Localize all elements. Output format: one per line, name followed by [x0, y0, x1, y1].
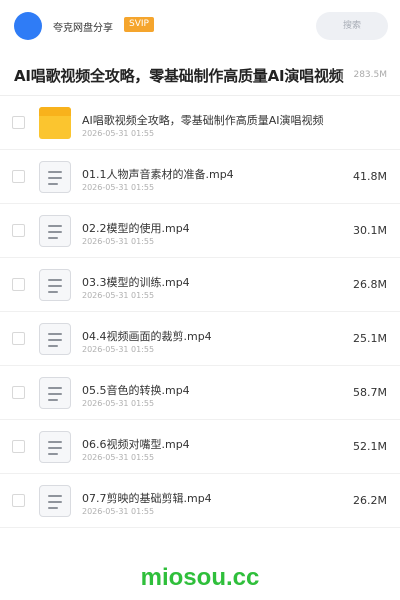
file-size: 25.1M — [353, 332, 387, 345]
file-name: AI唱歌视频全攻略，零基础制作高质量AI演唱视频 — [82, 114, 324, 127]
file-size: 41.8M — [353, 170, 387, 183]
row-checkbox[interactable] — [12, 224, 25, 237]
file-name: 02.2模型的使用.mp4 — [82, 222, 190, 235]
video-file-icon — [39, 485, 71, 517]
folder-row[interactable]: AI唱歌视频全攻略，零基础制作高质量AI演唱视频 2026-05-31 01:5… — [0, 96, 400, 150]
file-name: 04.4视频画面的裁剪.mp4 — [82, 330, 212, 343]
row-checkbox[interactable] — [12, 116, 25, 129]
row-checkbox[interactable] — [12, 494, 25, 507]
search-input[interactable]: 搜索 — [316, 12, 388, 40]
file-name: 05.5音色的转换.mp4 — [82, 384, 190, 397]
share-header: AI唱歌视频全攻略，零基础制作高质量AI演唱视频 283.5M — [0, 52, 400, 96]
file-size: 30.1M — [353, 224, 387, 237]
page-title: AI唱歌视频全攻略，零基础制作高质量AI演唱视频 — [14, 67, 344, 85]
file-row[interactable]: 06.6视频对嘴型.mp4 2026-05-31 01:55 52.1M — [0, 420, 400, 474]
file-row[interactable]: 05.5音色的转换.mp4 2026-05-31 01:55 58.7M — [0, 366, 400, 420]
file-row[interactable]: 04.4视频画面的裁剪.mp4 2026-05-31 01:55 25.1M — [0, 312, 400, 366]
file-size: 26.8M — [353, 278, 387, 291]
avatar[interactable] — [14, 12, 42, 40]
file-date: 2026-05-31 01:55 — [82, 183, 155, 192]
file-name: 03.3模型的训练.mp4 — [82, 276, 190, 289]
app-name: 夸克网盘分享 — [53, 23, 113, 34]
file-date: 2026-05-31 01:55 — [82, 237, 155, 246]
file-date: 2026-05-31 01:55 — [82, 345, 155, 354]
file-size: 58.7M — [353, 386, 387, 399]
file-row[interactable]: 03.3模型的训练.mp4 2026-05-31 01:55 26.8M — [0, 258, 400, 312]
file-date: 2026-05-31 01:55 — [82, 129, 155, 138]
file-date: 2026-05-31 01:55 — [82, 453, 155, 462]
top-bar: 夸克网盘分享 SVIP 搜索 — [0, 0, 400, 52]
file-date: 2026-05-31 01:55 — [82, 507, 155, 516]
total-size: 283.5M — [339, 70, 387, 80]
video-file-icon — [39, 215, 71, 247]
file-list: AI唱歌视频全攻略，零基础制作高质量AI演唱视频 2026-05-31 01:5… — [0, 96, 400, 528]
file-row[interactable]: 01.1人物声音素材的准备.mp4 2026-05-31 01:55 41.8M — [0, 150, 400, 204]
folder-icon — [39, 107, 71, 139]
row-checkbox[interactable] — [12, 386, 25, 399]
file-row[interactable]: 02.2模型的使用.mp4 2026-05-31 01:55 30.1M — [0, 204, 400, 258]
row-checkbox[interactable] — [12, 440, 25, 453]
video-file-icon — [39, 269, 71, 301]
file-name: 01.1人物声音素材的准备.mp4 — [82, 168, 234, 181]
file-date: 2026-05-31 01:55 — [82, 399, 155, 408]
video-file-icon — [39, 377, 71, 409]
file-size: 52.1M — [353, 440, 387, 453]
video-file-icon — [39, 161, 71, 193]
file-name: 06.6视频对嘴型.mp4 — [82, 438, 190, 451]
video-file-icon — [39, 323, 71, 355]
watermark: miosou.cc — [140, 564, 260, 591]
row-checkbox[interactable] — [12, 332, 25, 345]
row-checkbox[interactable] — [12, 170, 25, 183]
file-size: 26.2M — [353, 494, 387, 507]
svip-badge[interactable]: SVIP — [124, 17, 154, 32]
row-checkbox[interactable] — [12, 278, 25, 291]
file-date: 2026-05-31 01:55 — [82, 291, 155, 300]
file-name: 07.7剪映的基础剪辑.mp4 — [82, 492, 212, 505]
file-row[interactable]: 07.7剪映的基础剪辑.mp4 2026-05-31 01:55 26.2M — [0, 474, 400, 528]
video-file-icon — [39, 431, 71, 463]
